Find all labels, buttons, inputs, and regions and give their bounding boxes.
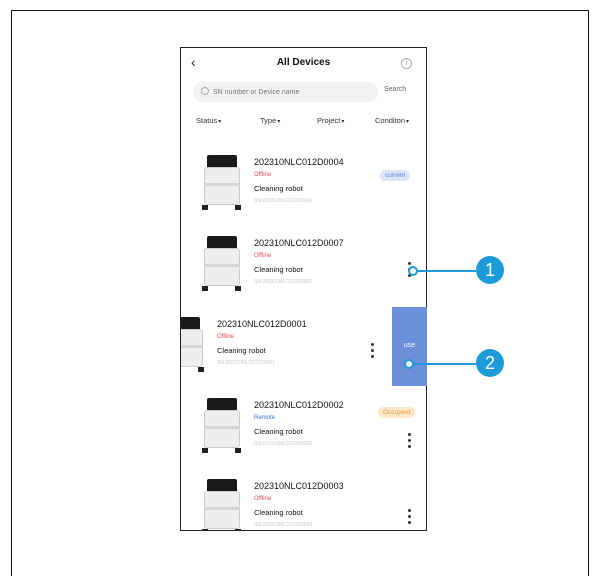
- filter-type[interactable]: Type▾: [260, 116, 280, 125]
- filter-bar: Status▾ Type▾ Project▾ Conditon▾: [181, 116, 426, 130]
- device-type: Cleaning robot: [254, 427, 303, 436]
- search-bar: [193, 82, 378, 102]
- robot-image: [181, 317, 204, 375]
- top-bar: ‹ All Devices i: [181, 48, 426, 78]
- caret-down-icon: ▾: [341, 119, 345, 125]
- device-subtitle: SN:202310NLC012D0004: [254, 198, 313, 204]
- status-badge: current: [380, 170, 411, 181]
- device-type: Cleaning robot: [254, 265, 303, 274]
- device-sn: 202310NLC012D0007: [254, 238, 344, 248]
- device-status: Remote: [254, 415, 276, 421]
- filter-status[interactable]: Status▾: [196, 116, 221, 125]
- device-list-item[interactable]: 202310NLC012D0002 Remote Cleaning robot …: [181, 391, 426, 471]
- caret-down-icon: ▾: [406, 119, 410, 125]
- use-button[interactable]: use: [392, 307, 427, 386]
- more-options-icon[interactable]: [408, 433, 411, 451]
- callout-marker-2: 2: [476, 349, 504, 377]
- device-type: Cleaning robot: [254, 184, 303, 193]
- device-status: Offline: [254, 172, 272, 178]
- device-subtitle: SN:202310NLC012D0003: [254, 522, 313, 528]
- filter-project[interactable]: Project▾: [317, 116, 344, 125]
- device-status: Offline: [254, 496, 272, 502]
- device-sn: 202310NLC012D0001: [217, 319, 307, 329]
- device-type: Cleaning robot: [217, 346, 266, 355]
- more-options-icon[interactable]: [408, 509, 411, 527]
- device-status: Offline: [217, 334, 235, 340]
- device-list-item[interactable]: 202310NLC012D0007 Offline Cleaning robot…: [181, 229, 426, 309]
- search-icon: [201, 87, 209, 95]
- callout-line: [414, 363, 476, 365]
- info-icon[interactable]: i: [401, 58, 412, 69]
- search-input[interactable]: [213, 85, 373, 99]
- callout-line: [418, 270, 476, 272]
- caret-down-icon: ▾: [218, 119, 222, 125]
- page-title: All Devices: [276, 57, 331, 68]
- robot-image: [201, 236, 241, 294]
- status-badge: Occupied: [378, 407, 416, 418]
- search-button[interactable]: Search: [384, 86, 406, 93]
- device-sn: 202310NLC012D0002: [254, 400, 344, 410]
- device-subtitle: SN:202310NLC012D0007: [254, 279, 313, 285]
- callout-anchor: [404, 359, 414, 369]
- robot-image: [201, 398, 241, 456]
- phone-screen: ‹ All Devices i Search Status▾ Type▾ Pro…: [180, 47, 427, 531]
- device-sn: 202310NLC012D0004: [254, 157, 344, 167]
- device-list-item[interactable]: 202310NLC012D0003 Offline Cleaning robot…: [181, 472, 426, 530]
- robot-image: [201, 155, 241, 213]
- device-list-item[interactable]: 202310NLC012D0001 Offline Cleaning robot…: [181, 310, 426, 390]
- device-list-item[interactable]: 202310NLC012D0004 Offline Cleaning robot…: [181, 148, 426, 228]
- more-options-icon[interactable]: [371, 343, 374, 361]
- device-subtitle: SN:202310NLC012D0002: [254, 441, 313, 447]
- filter-condition[interactable]: Conditon▾: [375, 116, 409, 125]
- callout-anchor: [408, 266, 418, 276]
- device-subtitle: SN:202310NLC012D0001: [217, 360, 276, 366]
- device-sn: 202310NLC012D0003: [254, 481, 344, 491]
- device-status: Offline: [254, 253, 272, 259]
- caret-down-icon: ▾: [277, 119, 281, 125]
- robot-image: [201, 479, 241, 530]
- device-type: Cleaning robot: [254, 508, 303, 517]
- callout-marker-1: 1: [476, 256, 504, 284]
